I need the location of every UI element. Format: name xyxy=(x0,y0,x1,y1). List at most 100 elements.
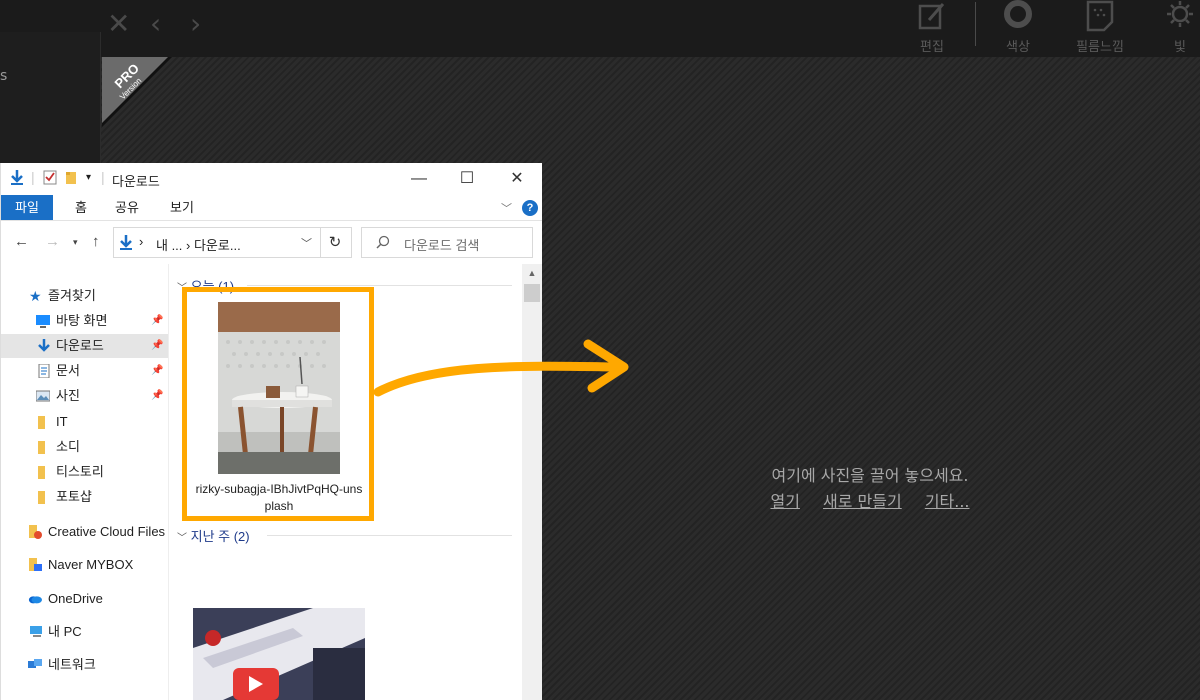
nav-folder-photoshop[interactable]: 포토샵 xyxy=(1,485,168,509)
onedrive-icon xyxy=(28,596,42,604)
address-path: 내 ... › 다운로... xyxy=(156,238,241,253)
scroll-thumb[interactable] xyxy=(524,284,540,302)
download-folder-icon xyxy=(120,235,132,250)
refresh-icon[interactable]: ↻ xyxy=(319,227,352,258)
tab-home[interactable]: 홈 xyxy=(61,195,101,220)
close-icon[interactable]: ✕ xyxy=(107,10,130,38)
tool-color[interactable]: 색상 xyxy=(988,0,1048,57)
window-title: 다운로드 xyxy=(112,174,160,189)
drop-links: 열기 새로 만들기 기타... xyxy=(540,488,1200,512)
pc-icon xyxy=(30,626,42,637)
group-last-week[interactable]: ﹀ 지난 주 (2) xyxy=(177,526,517,545)
nav-label: 문서 xyxy=(56,363,80,378)
creative-cloud-folder-icon xyxy=(29,525,42,539)
address-separator: › xyxy=(139,234,144,249)
network-icon xyxy=(28,659,42,668)
nav-creative-cloud[interactable]: Creative Cloud Files xyxy=(1,520,168,544)
chevron-left-icon[interactable]: ‹ xyxy=(150,10,161,38)
tool-light[interactable]: 빛 xyxy=(1150,0,1200,57)
tool-color-label: 색상 xyxy=(1006,40,1030,55)
nav-naver-mybox[interactable]: Naver MYBOX xyxy=(1,553,168,577)
nav-onedrive[interactable]: OneDrive xyxy=(1,587,168,611)
nav-folder-sodi[interactable]: 소디 xyxy=(1,435,168,459)
tab-file[interactable]: 파일 xyxy=(1,195,53,220)
nav-documents[interactable]: 문서 📌 xyxy=(1,359,168,383)
address-bar[interactable]: › 내 ... › 다운로... ﹀ xyxy=(113,227,321,258)
nav-label: 다운로드 xyxy=(56,338,104,353)
forward-icon[interactable]: → xyxy=(45,233,60,250)
open-link[interactable]: 열기 xyxy=(770,492,799,511)
nav-label: 즐겨찾기 xyxy=(48,288,96,303)
nav-label: Naver MYBOX xyxy=(48,557,134,572)
film-grain-icon xyxy=(1086,0,1114,32)
nav-this-pc[interactable]: 내 PC xyxy=(1,620,168,644)
tool-light-label: 빛 xyxy=(1174,40,1186,55)
customize-toolbar-icon[interactable]: ▾ xyxy=(86,172,91,183)
nav-folder-it[interactable]: IT xyxy=(1,410,168,434)
expand-ribbon-icon[interactable]: ﹀ xyxy=(501,200,512,216)
pin-icon: 📌 xyxy=(151,365,164,376)
nav-downloads[interactable]: 다운로드 📌 xyxy=(1,334,168,358)
desktop-icon xyxy=(36,315,50,328)
chevron-right-icon[interactable]: › xyxy=(190,10,201,38)
navigation-pane: ★ 즐겨찾기 바탕 화면 📌 다운로드 📌 문서 📌 사진 📌 IT 소디 티스… xyxy=(1,264,169,700)
explorer-titlebar: | ▾ | 다운로드 — ☐ ✕ xyxy=(1,163,542,195)
tool-film[interactable]: 필름느낌 xyxy=(1070,0,1130,57)
scroll-up-icon[interactable]: ▲ xyxy=(522,268,542,278)
tab-view[interactable]: 보기 xyxy=(156,195,208,220)
tool-film-label: 필름느낌 xyxy=(1076,40,1124,55)
drop-hint: 여기에 사진을 끌어 놓으세요. xyxy=(771,466,969,485)
tool-edit[interactable]: 편집 xyxy=(902,0,962,57)
color-icon xyxy=(1004,0,1032,28)
star-icon: ★ xyxy=(29,288,42,304)
folder-icon xyxy=(38,491,45,504)
download-icon xyxy=(38,339,50,352)
nav-desktop[interactable]: 바탕 화면 📌 xyxy=(1,309,168,333)
editor-toolbar: ✕ ‹ › 편집 색상 필름느낌 빛 xyxy=(0,0,1200,57)
nav-pictures[interactable]: 사진 📌 xyxy=(1,384,168,408)
nav-label: Creative Cloud Files xyxy=(48,524,166,539)
nav-label: IT xyxy=(56,414,68,429)
pictures-icon xyxy=(36,390,50,402)
file-thumbnail-youtube[interactable] xyxy=(193,608,365,700)
close-window-icon[interactable]: ✕ xyxy=(497,167,537,191)
nav-network[interactable]: 네트워크 xyxy=(1,653,168,677)
new-folder-icon[interactable] xyxy=(65,169,79,185)
nav-favorites[interactable]: ★ 즐겨찾기 xyxy=(1,284,168,308)
drag-arrow-icon xyxy=(373,339,629,397)
nav-label: 네트워크 xyxy=(48,657,96,672)
group-label: 지난 주 (2) xyxy=(190,529,250,544)
search-box[interactable]: 다운로드 검색 xyxy=(361,227,533,258)
search-icon xyxy=(376,235,390,249)
minimize-icon[interactable]: — xyxy=(399,167,439,191)
nav-label: 사진 xyxy=(56,388,80,403)
download-arrow-icon[interactable] xyxy=(10,169,24,185)
folder-icon xyxy=(38,416,45,429)
up-icon[interactable]: ↑ xyxy=(92,233,100,250)
recent-locations-icon[interactable]: ▾ xyxy=(73,237,78,248)
nav-label: 소디 xyxy=(56,439,80,454)
tool-edit-label: 편집 xyxy=(920,40,944,55)
folder-icon xyxy=(38,441,45,454)
pro-version-badge: PRO Version xyxy=(102,57,172,127)
nav-label: 포토샵 xyxy=(56,489,92,504)
properties-icon[interactable] xyxy=(42,169,58,185)
pin-icon: 📌 xyxy=(151,340,164,351)
folder-icon xyxy=(38,466,45,479)
maximize-icon[interactable]: ☐ xyxy=(447,167,487,191)
edit-icon xyxy=(918,3,945,30)
toolbar-divider xyxy=(975,2,976,46)
pin-icon: 📌 xyxy=(151,315,164,326)
chevron-down-icon: ﹀ xyxy=(177,533,187,544)
ribbon-tabs: 파일 홈 공유 보기 ﹀ ? xyxy=(1,195,542,221)
tab-share[interactable]: 공유 xyxy=(101,195,153,220)
back-icon[interactable]: ← xyxy=(14,233,29,250)
more-link[interactable]: 기타... xyxy=(925,492,970,511)
address-dropdown-icon[interactable]: ﹀ xyxy=(301,235,312,251)
mybox-folder-icon xyxy=(29,558,42,571)
nav-label: 내 PC xyxy=(48,624,82,639)
help-icon[interactable]: ? xyxy=(522,200,538,216)
nav-folder-tistory[interactable]: 티스토리 xyxy=(1,460,168,484)
new-link[interactable]: 새로 만들기 xyxy=(823,492,902,511)
nav-label: 바탕 화면 xyxy=(56,313,108,328)
